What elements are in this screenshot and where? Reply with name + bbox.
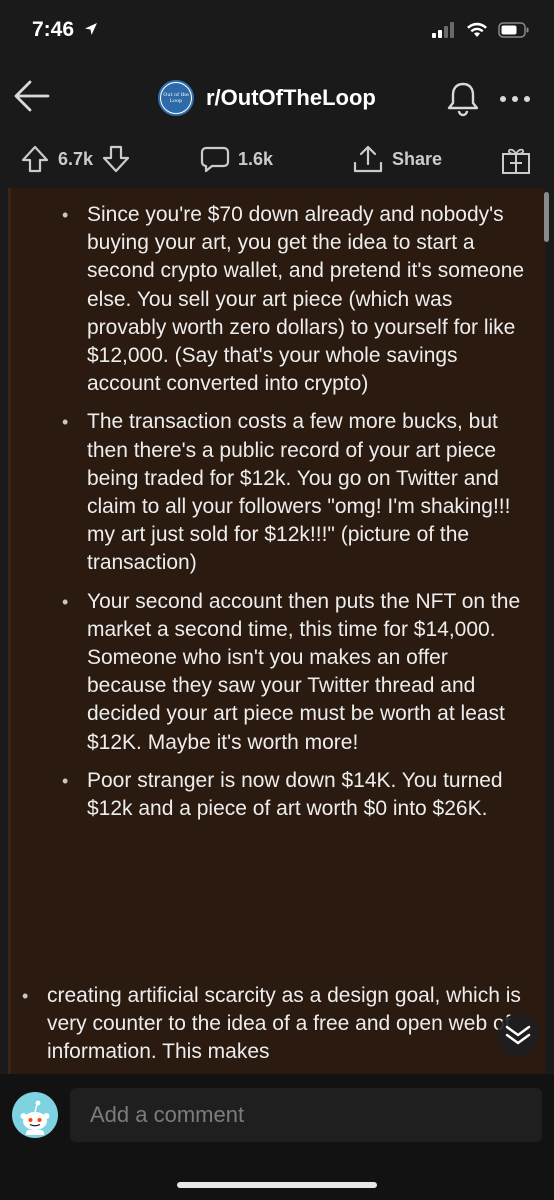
upvote-count: 6.7k <box>58 148 94 169</box>
comment-count: 1.6k <box>238 148 274 169</box>
upvote-icon[interactable] <box>20 144 50 174</box>
next-comment-button[interactable] <box>497 1014 539 1056</box>
list-item: Poor stranger is now down $14K. You turn… <box>62 767 527 823</box>
top-bullet-list: creating artificial scarcity as a design… <box>22 982 522 1067</box>
vote-group: 6.7k <box>20 144 131 174</box>
subreddit-avatar: Out of the Loop <box>158 80 194 116</box>
subreddit-header[interactable]: Out of the Loop r/OutOfTheLoop <box>158 80 376 116</box>
wifi-icon <box>467 22 487 37</box>
subreddit-avatar-text: Out of the Loop <box>161 83 191 113</box>
notification-button[interactable] <box>446 80 480 118</box>
more-dots-icon <box>500 96 530 102</box>
list-item: Since you're $70 down already and nobody… <box>62 201 527 398</box>
comments-button[interactable]: 1.6k <box>200 144 273 174</box>
home-indicator <box>177 1182 377 1188</box>
more-options-button[interactable] <box>496 80 534 118</box>
nested-bullet-list: Since you're $70 down already and nobody… <box>62 201 527 833</box>
time-text: 7:46 <box>32 18 75 41</box>
award-button[interactable] <box>500 144 532 176</box>
comment-bubble-icon <box>200 146 230 173</box>
user-avatar[interactable] <box>12 1092 58 1138</box>
share-button[interactable]: Share <box>352 144 442 174</box>
share-label: Share <box>392 148 443 169</box>
battery-icon <box>498 22 529 38</box>
gift-icon <box>502 148 530 174</box>
double-chevron-down-icon <box>505 1025 531 1045</box>
list-item: The transaction costs a few more bucks, … <box>62 408 527 577</box>
nav-bar: Out of the Loop r/OutOfTheLoop <box>0 62 554 132</box>
bell-icon <box>447 82 479 117</box>
list-item: creating artificial scarcity as a design… <box>22 982 522 1067</box>
subreddit-name: r/OutOfTheLoop <box>206 85 376 110</box>
back-arrow-icon <box>14 80 50 112</box>
back-button[interactable] <box>10 74 54 118</box>
scrollbar-thumb[interactable] <box>544 192 549 242</box>
comment-placeholder: Add a comment <box>90 1102 245 1127</box>
post-action-bar: 6.7k 1.6k Share <box>0 132 554 188</box>
signal-icon <box>432 22 454 38</box>
location-arrow-icon <box>84 23 97 35</box>
list-item: Your second account then puts the NFT on… <box>62 588 527 757</box>
status-icons <box>432 22 530 38</box>
status-time: 7:46 <box>32 18 99 42</box>
status-bar: 7:46 <box>0 0 554 62</box>
add-comment-input[interactable]: Add a comment <box>70 1088 542 1142</box>
snoo-avatar-icon <box>20 1100 50 1135</box>
share-icon <box>353 145 383 173</box>
downvote-icon[interactable] <box>101 144 131 174</box>
